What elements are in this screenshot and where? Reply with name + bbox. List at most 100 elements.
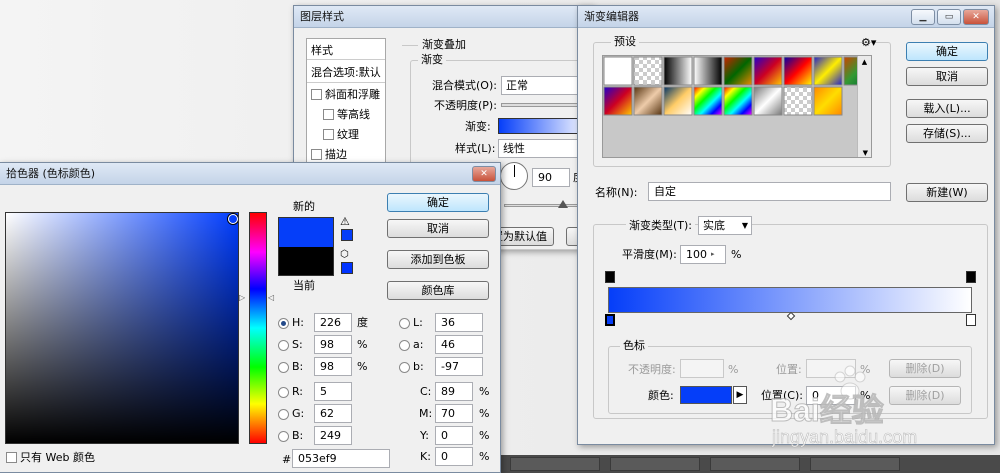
stop-position-input[interactable] xyxy=(806,359,856,378)
delete-opacity-stop-button[interactable]: 删除(D) xyxy=(889,359,961,378)
stop-opacity-unit: % xyxy=(728,363,739,376)
gradient-cancel-button[interactable]: 取消 xyxy=(906,67,988,86)
red-input[interactable]: 5 xyxy=(314,382,352,401)
black-input[interactable]: 0 xyxy=(435,447,473,466)
gradient-ok-button[interactable]: 确定 xyxy=(906,42,988,61)
cyan-input[interactable]: 89 xyxy=(435,382,473,401)
bevel-emboss-checkbox[interactable] xyxy=(311,89,322,100)
opacity-stop-left[interactable] xyxy=(605,271,615,283)
gradient-load-button[interactable]: 载入(L)... xyxy=(906,99,988,118)
lab-a-input[interactable]: 46 xyxy=(435,335,483,354)
stop-color-arrow-icon[interactable]: ▶ xyxy=(733,386,747,404)
lab-b-input[interactable]: -97 xyxy=(435,357,483,376)
name-input[interactable]: 自定 xyxy=(648,182,891,201)
close-button[interactable]: ✕ xyxy=(963,9,989,25)
styles-header[interactable]: 样式 xyxy=(311,42,333,58)
scale-slider-thumb[interactable] xyxy=(558,200,568,208)
out-of-gamut-warning-icon[interactable]: ⚠ xyxy=(340,215,350,228)
picker-ok-button[interactable]: 确定 xyxy=(387,193,489,212)
stop-color-swatch[interactable] xyxy=(680,386,732,404)
current-color-swatch[interactable] xyxy=(278,247,334,276)
maximize-button[interactable]: ▭ xyxy=(937,9,961,25)
smoothness-arrow-icon[interactable]: ▸ xyxy=(711,250,715,258)
color-picker-close-button[interactable]: ✕ xyxy=(472,166,496,182)
lab-a-radio[interactable] xyxy=(399,340,410,351)
hue-radio[interactable] xyxy=(278,318,289,329)
presets-grid: ▲ ▼ xyxy=(602,55,872,158)
texture-checkbox[interactable] xyxy=(323,129,334,140)
gradient-editor-title: 渐变编辑器 xyxy=(584,10,639,23)
stroke-checkbox[interactable] xyxy=(311,149,322,160)
color-stop-right[interactable] xyxy=(966,314,976,326)
web-safe-cube-icon[interactable]: ⬡ xyxy=(340,249,349,260)
brightness-radio[interactable] xyxy=(278,362,289,373)
blend-options-item[interactable]: 混合选项:默认 xyxy=(311,64,381,80)
hue-slider[interactable] xyxy=(249,212,267,444)
minimize-button[interactable]: ▁ xyxy=(911,9,935,25)
saturation-radio[interactable] xyxy=(278,340,289,351)
current-color-label: 当前 xyxy=(293,279,315,292)
red-radio[interactable] xyxy=(278,387,289,398)
green-label: G: xyxy=(292,407,305,420)
contour-checkbox[interactable] xyxy=(323,109,334,120)
saturation-input[interactable]: 98 xyxy=(314,335,352,354)
lab-l-input[interactable]: 36 xyxy=(435,313,483,332)
smoothness-input[interactable]: 100 xyxy=(680,245,726,264)
presets-scroll-down-icon[interactable]: ▼ xyxy=(863,149,868,157)
picker-cancel-button[interactable]: 取消 xyxy=(387,219,489,238)
texture-label[interactable]: 纹理 xyxy=(337,128,359,142)
gradient-overlay-section-title: 渐变叠加 xyxy=(422,38,466,51)
color-libraries-button[interactable]: 颜色库 xyxy=(387,281,489,300)
presets-scrollbar[interactable]: ▲ xyxy=(857,56,871,157)
hex-input[interactable]: 053ef9 xyxy=(292,449,390,468)
hue-slider-left-arrow-icon[interactable]: ▷ xyxy=(239,293,245,302)
hue-input[interactable]: 226 xyxy=(314,313,352,332)
layer-style-titlebar: 图层样式 xyxy=(294,6,592,28)
contour-label[interactable]: 等高线 xyxy=(337,108,370,122)
taskbar-strip xyxy=(500,455,1000,473)
opacity-stop-right[interactable] xyxy=(966,271,976,283)
delete-color-stop-button[interactable]: 删除(D) xyxy=(889,386,961,405)
stop-position-label: 位置: xyxy=(776,363,802,376)
color-field[interactable] xyxy=(5,212,239,444)
stop-opacity-label: 不透明度: xyxy=(628,363,676,376)
black-unit: % xyxy=(479,450,490,463)
gradient-bar[interactable] xyxy=(608,287,972,313)
web-safe-swatch[interactable] xyxy=(341,262,353,274)
presets-gear-icon[interactable]: ⚙▾ xyxy=(861,36,876,49)
preset-swatches[interactable] xyxy=(603,56,871,157)
gradient-type-select[interactable]: 实底 ▼ xyxy=(698,216,752,235)
brightness-label: B: xyxy=(292,360,304,373)
angle-input[interactable]: 90 xyxy=(532,168,570,187)
new-gradient-button[interactable]: 新建(W) xyxy=(906,183,988,202)
angle-dial[interactable] xyxy=(500,162,528,190)
bevel-emboss-label[interactable]: 斜面和浮雕 xyxy=(325,88,380,102)
green-input[interactable]: 62 xyxy=(314,404,352,423)
gradient-save-button[interactable]: 存储(S)... xyxy=(906,124,988,143)
lab-l-radio[interactable] xyxy=(399,318,410,329)
add-to-swatches-button[interactable]: 添加到色板 xyxy=(387,250,489,269)
stops-group-title: 色标 xyxy=(620,339,648,353)
name-label: 名称(N): xyxy=(595,186,638,199)
gradient-group-title: 渐变 xyxy=(418,53,446,67)
blue-radio[interactable] xyxy=(278,431,289,442)
yellow-input[interactable]: 0 xyxy=(435,426,473,445)
hue-slider-right-arrow-icon[interactable]: ◁ xyxy=(268,293,274,302)
gradient-editor-dialog: 渐变编辑器 ▁ ▭ ✕ 预设 ⚙▾ ▲ ▼ 确定 取消 载入(L)... 存储(… xyxy=(577,5,995,445)
stop-opacity-input[interactable] xyxy=(680,359,724,378)
color-position-input[interactable]: 0 xyxy=(806,386,856,405)
magenta-input[interactable]: 70 xyxy=(435,404,473,423)
web-only-checkbox[interactable] xyxy=(6,452,17,463)
web-only-label[interactable]: 只有 Web 颜色 xyxy=(20,451,95,465)
black-label: K: xyxy=(420,450,431,463)
stroke-label[interactable]: 描边 xyxy=(325,148,347,162)
gamut-swatch[interactable] xyxy=(341,229,353,241)
color-field-cursor[interactable] xyxy=(228,214,238,224)
smoothness-unit: % xyxy=(731,248,742,261)
brightness-input[interactable]: 98 xyxy=(314,357,352,376)
green-radio[interactable] xyxy=(278,409,289,420)
lab-b-radio[interactable] xyxy=(399,362,410,373)
presets-label: 预设 xyxy=(611,35,639,49)
color-stop-left[interactable] xyxy=(605,314,615,326)
blue-input[interactable]: 249 xyxy=(314,426,352,445)
